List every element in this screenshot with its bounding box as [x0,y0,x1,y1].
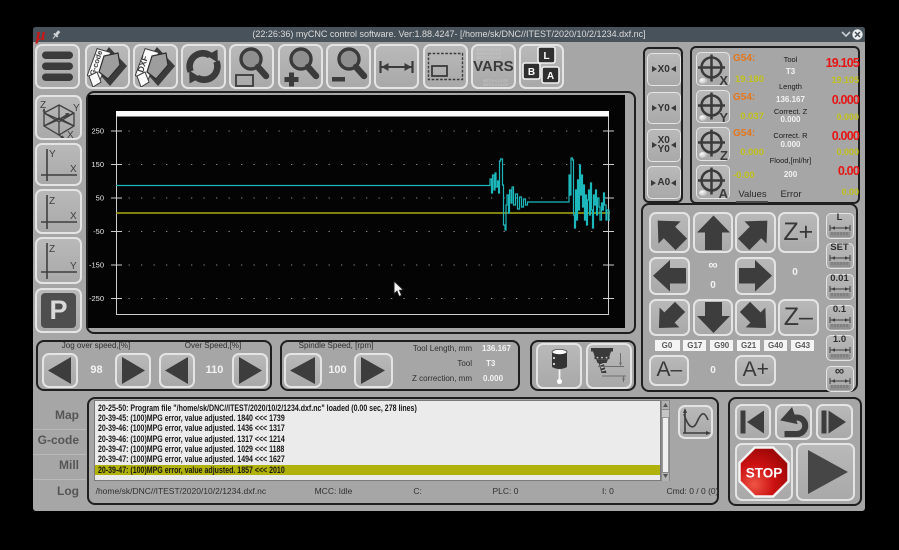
svg-text:X: X [67,130,74,138]
svg-text:Z: Z [49,196,55,207]
svg-text:-50: -50 [93,227,104,236]
svg-text:50: 50 [96,194,104,203]
svg-text:L: L [544,51,550,62]
svg-text:X: X [70,164,77,175]
svg-text:250: 250 [91,127,104,136]
svg-text:A: A [547,71,554,82]
svg-text:-150: -150 [89,261,104,270]
svg-text:Z: Z [49,244,55,255]
svg-text:Y: Y [70,261,77,272]
svg-text:B: B [528,67,535,78]
svg-text:Z: Z [40,100,46,111]
svg-text:-250: -250 [89,294,104,303]
svg-text:150: 150 [91,160,104,169]
svg-text:STOP: STOP [746,465,783,480]
svg-text:Y: Y [73,103,80,114]
svg-text:X: X [70,211,77,222]
svg-text:Y: Y [49,149,56,160]
